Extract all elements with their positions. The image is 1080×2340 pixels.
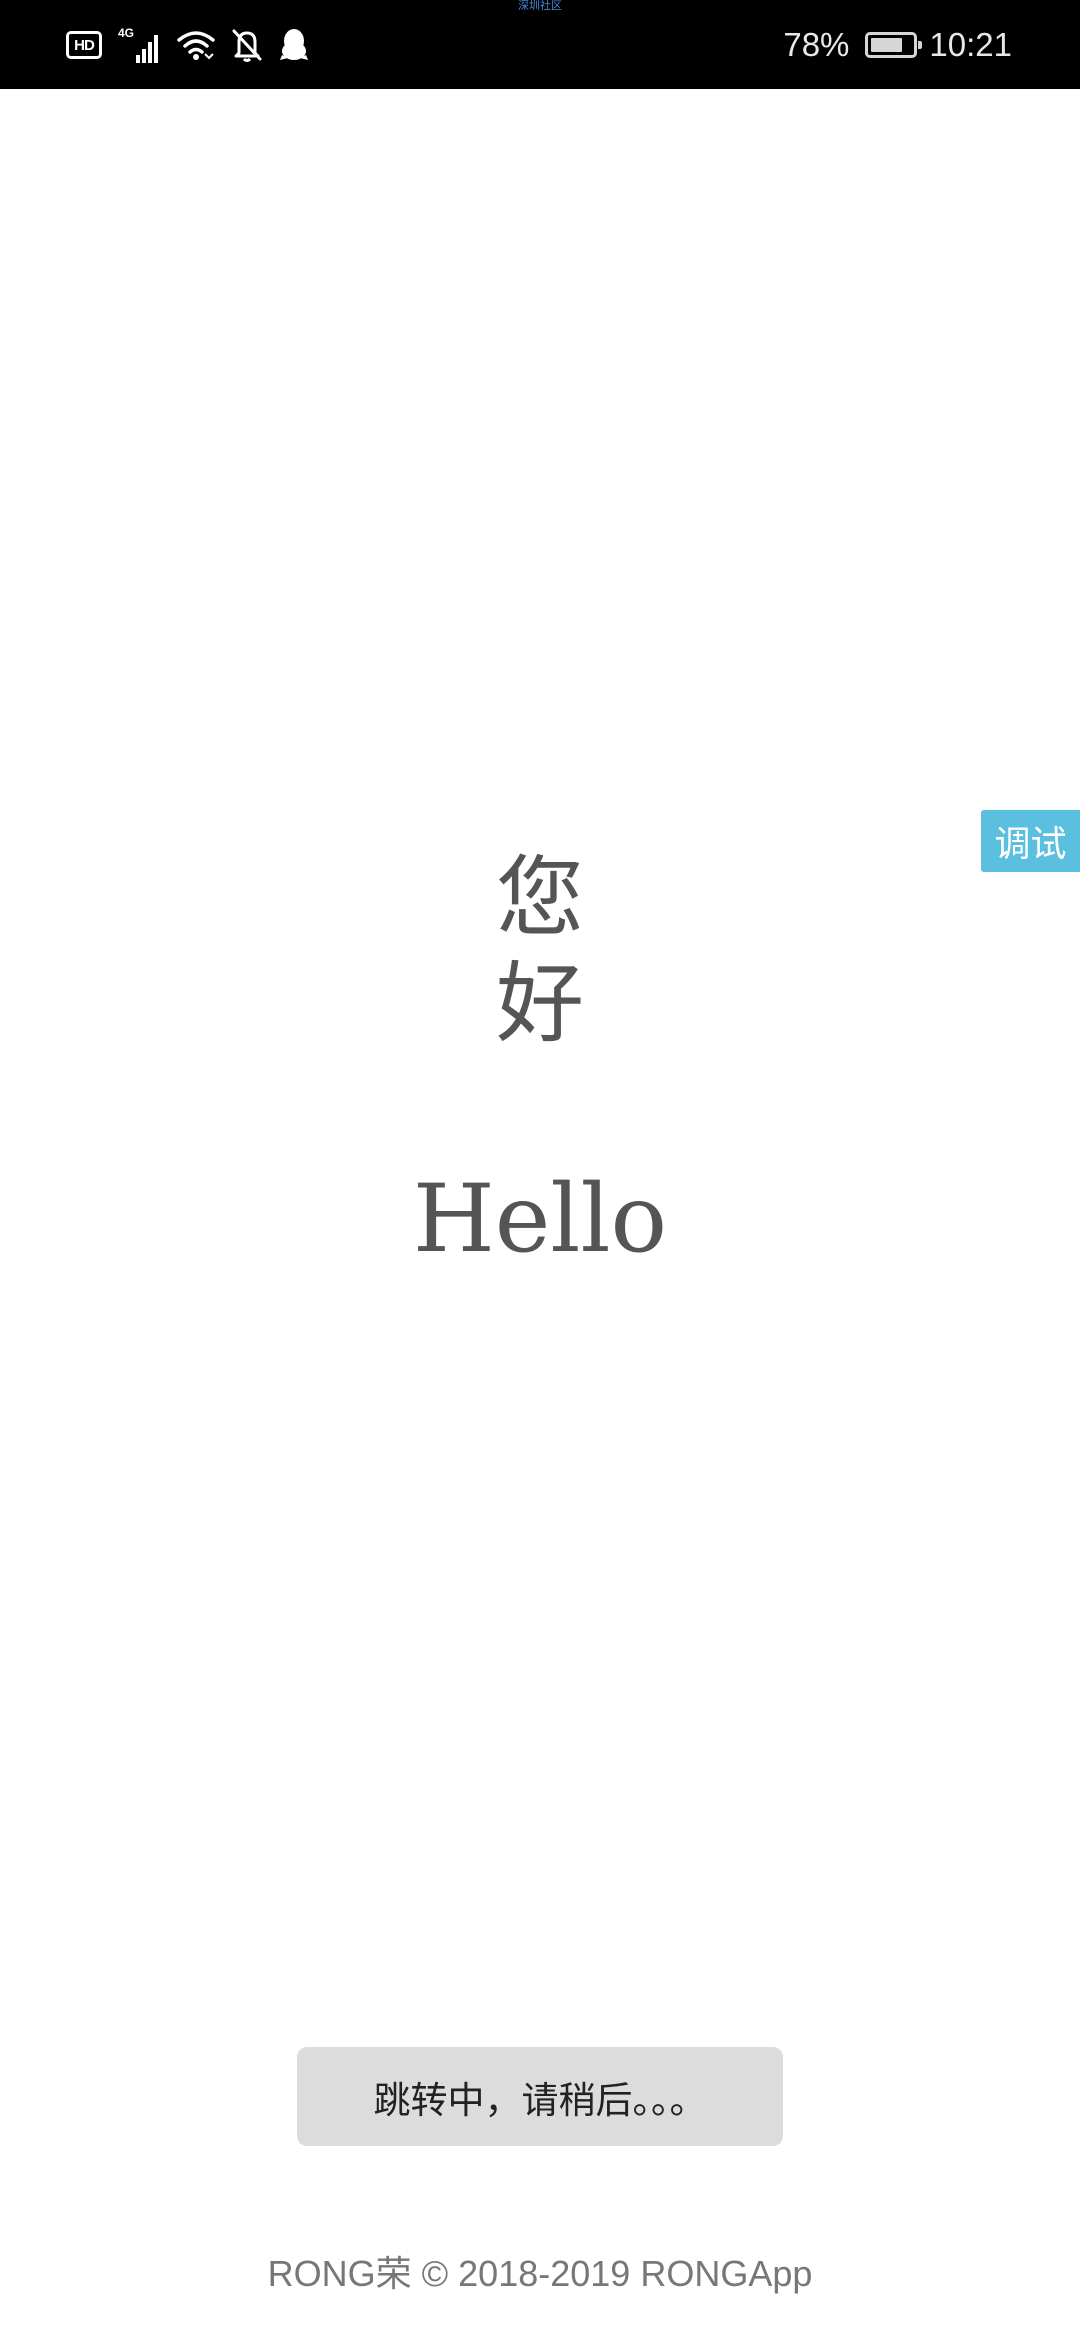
bell-off-icon	[230, 24, 264, 66]
greeting-char-1: 您	[495, 846, 584, 949]
qq-penguin-icon	[278, 24, 310, 66]
battery-fill	[871, 38, 903, 52]
wifi-icon	[176, 24, 216, 66]
greeting-english: Hello	[412, 1165, 668, 1274]
status-left-icons: HD 4G	[66, 24, 310, 66]
battery-percent: 78%	[783, 26, 850, 63]
greeting-chinese: 您 好	[0, 845, 1080, 1057]
hd-label: HD	[66, 31, 102, 59]
status-time: 10:21	[929, 26, 1012, 63]
battery-cap	[918, 41, 923, 49]
battery-icon	[865, 32, 923, 58]
redirect-toast: 跳转中，请稍后。。。	[297, 2047, 783, 2146]
network-label: 4G	[118, 26, 134, 40]
copyright-footer: RONG荣 © 2018-2019 RONGApp	[267, 2253, 813, 2294]
signal-4g-icon: 4G	[116, 24, 162, 66]
status-bar: 深圳社区 HD 4G 78% 10:21	[0, 0, 1080, 89]
app-screen: 深圳社区 HD 4G 78% 10:21 调试 您 好 Hello 跳转中，请稍…	[0, 0, 1080, 2340]
greeting-char-2: 好	[495, 952, 584, 1055]
hd-icon: HD	[66, 24, 102, 66]
status-right-group: 78% 10:21	[783, 20, 1012, 70]
status-top-notice: 深圳社区	[518, 0, 562, 12]
toast-message: 跳转中，请稍后。。。	[373, 2078, 707, 2122]
